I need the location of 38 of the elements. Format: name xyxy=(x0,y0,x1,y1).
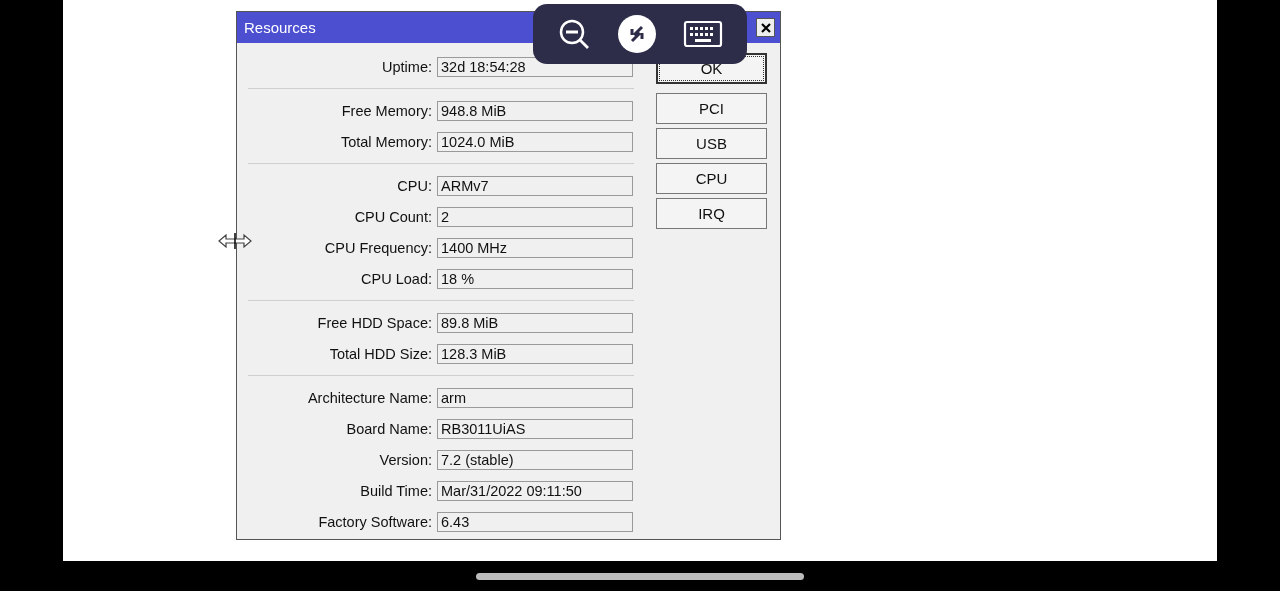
value-field[interactable]: arm xyxy=(437,387,633,408)
field-label: Factory Software: xyxy=(317,513,433,530)
value-field[interactable]: ARMv7 xyxy=(437,175,633,196)
field-label: Version: xyxy=(378,451,433,468)
value-field[interactable]: Mar/31/2022 09:11:50 xyxy=(437,480,633,501)
close-icon xyxy=(759,21,772,34)
value-field[interactable]: 1024.0 MiB xyxy=(437,131,633,152)
field-label: Uptime: xyxy=(381,58,433,75)
dialog-button[interactable]: CPU xyxy=(656,163,767,194)
field-label: Total Memory: xyxy=(339,133,433,150)
field-label: CPU Frequency: xyxy=(323,239,433,256)
dialog-button[interactable]: IRQ xyxy=(656,198,767,229)
field-label: CPU: xyxy=(396,177,433,194)
field-label: Free Memory: xyxy=(340,102,433,119)
value-field[interactable]: 948.8 MiB xyxy=(437,100,633,121)
window-title: Resources xyxy=(244,19,316,36)
field-label: Build Time: xyxy=(359,482,433,499)
resize-cursor-icon xyxy=(218,233,252,249)
value-field[interactable]: 89.8 MiB xyxy=(437,312,633,333)
value-field[interactable]: 7.2 (stable) xyxy=(437,449,633,470)
value-field[interactable]: RB3011UiAS xyxy=(437,418,633,439)
connection-icon[interactable] xyxy=(618,15,656,53)
dialog-button[interactable]: PCI xyxy=(656,93,767,124)
field-label: CPU Load: xyxy=(360,270,433,287)
field-label: Total HDD Size: xyxy=(328,345,433,362)
value-field[interactable]: 1400 MHz xyxy=(437,237,633,258)
value-field[interactable]: 2 xyxy=(437,206,633,227)
value-field[interactable]: 18 % xyxy=(437,268,633,289)
value-field[interactable]: 128.3 MiB xyxy=(437,343,633,364)
home-indicator[interactable] xyxy=(476,572,804,580)
dialog-button[interactable]: USB xyxy=(656,128,767,159)
field-label: CPU Count: xyxy=(353,208,433,225)
close-button[interactable] xyxy=(756,18,775,37)
field-label: Architecture Name: xyxy=(306,389,433,406)
keyboard-icon[interactable] xyxy=(683,19,724,49)
field-label: Free HDD Space: xyxy=(316,314,433,331)
value-field[interactable]: 6.43 xyxy=(437,511,633,532)
field-label: Board Name: xyxy=(345,420,433,437)
